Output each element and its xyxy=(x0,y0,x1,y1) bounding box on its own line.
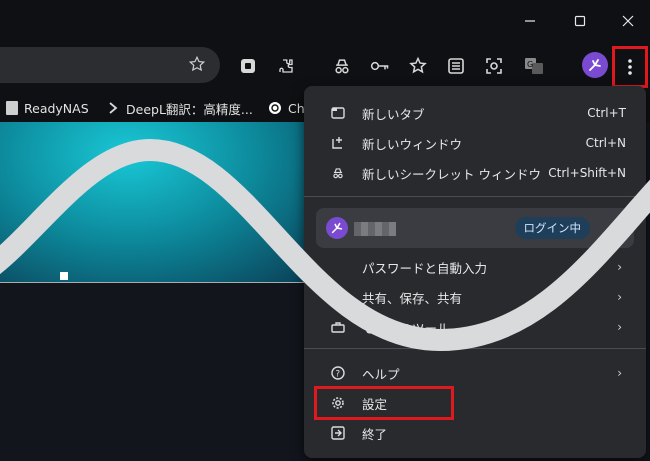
menu-item-shortcut: Ctrl+T xyxy=(587,106,626,120)
incognito-icon[interactable] xyxy=(330,54,354,78)
minimize-icon xyxy=(525,20,535,22)
puzzle-icon[interactable] xyxy=(274,54,298,78)
menu-item-more-tools[interactable]: その他のツール › xyxy=(304,312,646,342)
profile-avatar xyxy=(326,217,348,239)
menu-item-save-share[interactable]: 共有、保存、共有 › xyxy=(304,282,646,312)
toolbar: G xyxy=(0,42,650,92)
screenshot-icon[interactable] xyxy=(482,54,506,78)
exit-icon xyxy=(330,425,346,441)
minimize-button[interactable] xyxy=(506,0,554,42)
bookmark-item[interactable]: DeepL翻訳：高精度... xyxy=(106,98,253,118)
settings-highlight xyxy=(314,386,454,420)
close-icon xyxy=(622,15,634,27)
menu-item-shortcut: Ctrl+Shift+N xyxy=(548,166,626,180)
bookmark-label: Ch xyxy=(288,100,305,116)
chevron-right-icon: › xyxy=(617,290,622,304)
hero-marker xyxy=(60,272,68,280)
title-bar xyxy=(0,0,650,42)
key-icon[interactable] xyxy=(368,54,392,78)
chevron-right-icon: › xyxy=(617,260,622,274)
key-icon xyxy=(330,259,346,275)
deepl-icon xyxy=(106,101,120,115)
address-bar[interactable] xyxy=(0,47,220,83)
translate-icon[interactable]: G xyxy=(522,54,546,78)
more-menu-icon xyxy=(628,59,632,75)
maximize-button[interactable] xyxy=(556,0,604,42)
maximize-icon xyxy=(574,15,586,27)
bookmark-item[interactable]: ReadyNAS xyxy=(6,98,89,118)
menu-item-new-window[interactable]: 新しいウィンドウ Ctrl+N xyxy=(304,128,646,158)
bookmark-item[interactable]: Ch xyxy=(268,98,305,118)
menu-item-label: ヘルプ xyxy=(362,366,400,382)
menu-item-help[interactable]: ? ヘルプ › xyxy=(304,358,646,388)
menu-item-shortcut: Ctrl+N xyxy=(585,136,626,150)
menu-item-label: 新しいタブ xyxy=(362,106,425,122)
bookmark-label: DeepL翻訳：高精度... xyxy=(126,101,253,117)
menu-divider xyxy=(304,348,646,349)
new-tab-icon xyxy=(330,105,346,121)
menu-item-label: 終了 xyxy=(362,426,388,442)
menu-divider xyxy=(304,196,646,197)
hero-divider xyxy=(0,282,320,283)
profile-row[interactable]: ログイン中 xyxy=(316,208,634,248)
reading-list-icon[interactable] xyxy=(444,54,468,78)
menu-item-label: その他のツール xyxy=(362,320,450,336)
file-icon xyxy=(6,101,18,115)
menu-item-label: 新しいウィンドウ xyxy=(362,136,463,152)
save-share-icon xyxy=(330,289,346,305)
login-status-badge: ログイン中 xyxy=(514,217,590,239)
more-menu-button[interactable] xyxy=(612,46,648,88)
incognito-icon xyxy=(330,165,346,181)
new-window-icon xyxy=(330,135,346,151)
hero-banner xyxy=(0,122,320,282)
chevron-right-icon: › xyxy=(617,366,622,380)
menu-item-label: 新しいシークレット ウィンドウ xyxy=(362,166,541,182)
help-icon: ? xyxy=(330,365,346,381)
star-list-icon[interactable] xyxy=(406,54,430,78)
chevron-right-icon: › xyxy=(617,320,622,334)
menu-item-new-incognito[interactable]: 新しいシークレット ウィンドウ Ctrl+Shift+N xyxy=(304,158,646,188)
bookmark-star-icon[interactable] xyxy=(188,55,206,77)
svg-text:?: ? xyxy=(335,370,340,380)
close-button[interactable] xyxy=(604,0,650,42)
profile-name-redacted xyxy=(354,222,396,236)
bookmark-label: ReadyNAS xyxy=(24,100,89,116)
menu-item-exit[interactable]: 終了 xyxy=(304,418,646,448)
menu-item-passwords[interactable]: パスワードと自動入力 › xyxy=(304,252,646,282)
menu-item-label: 共有、保存、共有 xyxy=(362,290,463,306)
openai-icon xyxy=(268,101,282,115)
menu-item-new-tab[interactable]: 新しいタブ Ctrl+T xyxy=(304,98,646,128)
menu-item-label: パスワードと自動入力 xyxy=(362,260,488,276)
profile-avatar[interactable] xyxy=(582,52,608,78)
svg-text:G: G xyxy=(527,60,533,69)
tools-icon xyxy=(330,319,346,335)
extension-icon[interactable] xyxy=(236,54,260,78)
